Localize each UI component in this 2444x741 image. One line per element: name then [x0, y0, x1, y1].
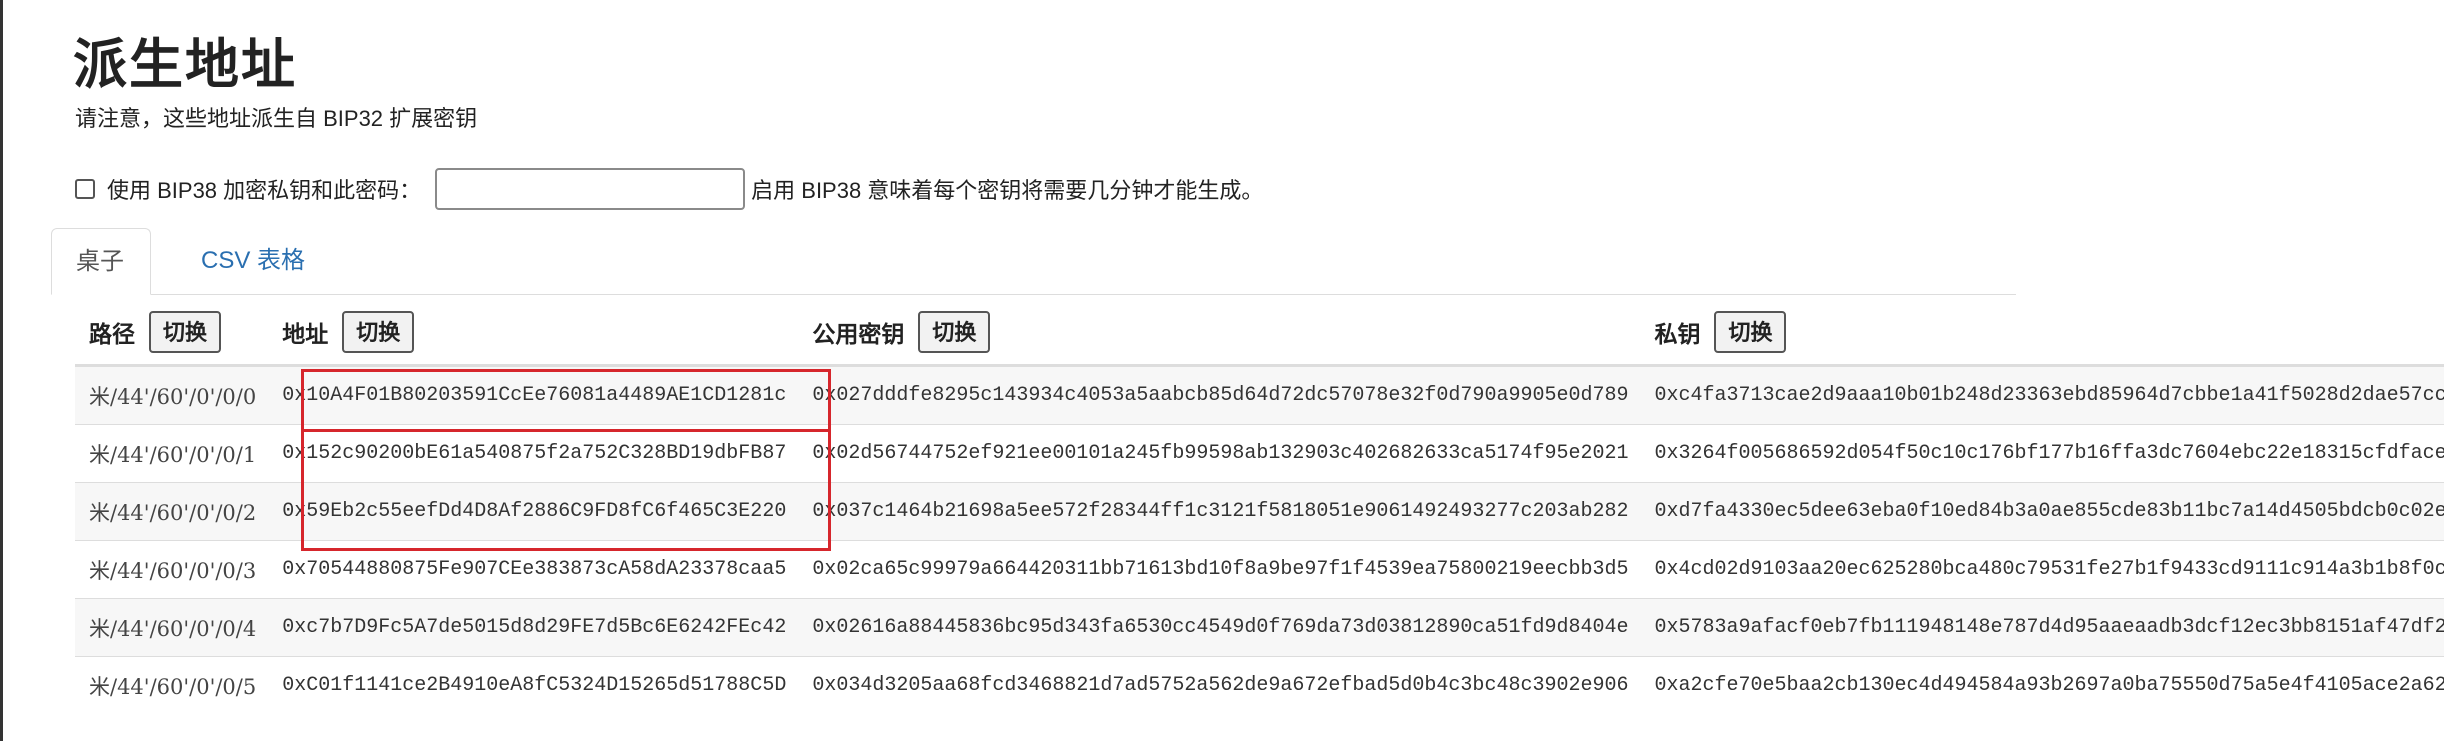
table-row: 米/44'/60'/0'/0/1 0x152c90200bE61a540875f… [75, 424, 2444, 483]
tab-table[interactable]: 桌子 [51, 228, 151, 295]
page-title: 派生地址 [73, 35, 297, 95]
address-cell: 0x152c90200bE61a540875f2a752C328BD19dbFB… [268, 424, 799, 483]
path-header-label: 路径 [89, 321, 135, 347]
tab-bar: 桌子 CSV 表格 [51, 228, 2016, 295]
private-key-cell: 0x4cd02d9103aa20ec625280bca480c79531fe27… [1640, 540, 2444, 599]
bip38-hint: 启用 BIP38 意味着每个密钥将需要几分钟才能生成。 [751, 178, 1264, 203]
table-row: 米/44'/60'/0'/0/3 0x70544880875Fe907CEe38… [75, 540, 2444, 599]
private-key-cell: 0xa2cfe70e5baa2cb130ec4d494584a93b2697a0… [1640, 656, 2444, 714]
toggle-path-button[interactable]: 切换 [149, 311, 222, 353]
toggle-address-button[interactable]: 切换 [342, 311, 415, 353]
table-header-row: 路径 切换 地址 切换 公用密钥 切换 私钥 切换 [75, 300, 2444, 367]
public-key-cell: 0x037c1464b21698a5ee572f28344ff1c3121f58… [798, 482, 1641, 541]
public-key-cell: 0x02ca65c99979a664420311bb71613bd10f8a9b… [798, 540, 1641, 599]
address-cell: 0xC01f1141ce2B4910eA8fC5324D15265d51788C… [268, 656, 799, 714]
private-key-cell: 0xd7fa4330ec5dee63eba0f10ed84b3a0ae855cd… [1640, 482, 2444, 541]
toggle-private-key-button[interactable]: 切换 [1714, 311, 1787, 353]
column-header-address: 地址 切换 [268, 300, 799, 367]
page-note: 请注意，这些地址派生自 BIP32 扩展密钥 [75, 106, 478, 131]
bip38-checkbox-label: 使用 BIP38 加密私钥和此密码： [107, 178, 422, 203]
private-key-header-label: 私钥 [1654, 321, 1701, 347]
derived-addresses-table: 路径 切换 地址 切换 公用密钥 切换 私钥 切换 米/44'/60'/0'/0/0 0… [75, 300, 2444, 714]
toggle-public-key-button[interactable]: 切换 [918, 311, 991, 353]
path-cell: 米/44'/60'/0'/0/0 [75, 365, 269, 425]
path-cell: 米/44'/60'/0'/0/5 [75, 656, 269, 714]
table-row: 米/44'/60'/0'/0/5 0xC01f1141ce2B4910eA8fC… [75, 656, 2444, 714]
path-cell: 米/44'/60'/0'/0/1 [75, 424, 269, 483]
public-key-header-label: 公用密钥 [812, 321, 905, 347]
table-row: 米/44'/60'/0'/0/2 0x59Eb2c55eefDd4D8Af288… [75, 482, 2444, 541]
address-header-label: 地址 [282, 321, 329, 347]
public-key-cell: 0x02d56744752ef921ee00101a245fb99598ab13… [798, 424, 1641, 483]
bip38-row: 使用 BIP38 加密私钥和此密码： 启用 BIP38 意味着每个密钥将需要几分… [75, 166, 1263, 212]
tab-csv[interactable]: CSV 表格 [177, 228, 329, 294]
public-key-cell: 0x02616a88445836bc95d343fa6530cc4549d0f7… [798, 598, 1641, 657]
column-header-path: 路径 切换 [75, 300, 269, 367]
path-cell: 米/44'/60'/0'/0/2 [75, 482, 269, 541]
bip38-checkbox[interactable] [75, 179, 95, 199]
private-key-cell: 0x5783a9afacf0eb7fb111948148e787d4d95aae… [1640, 598, 2444, 657]
bip38-password-input[interactable] [435, 168, 746, 210]
address-cell: 0x59Eb2c55eefDd4D8Af2886C9FD8fC6f465C3E2… [268, 482, 799, 541]
address-cell: 0x70544880875Fe907CEe383873cA58dA23378ca… [268, 540, 799, 599]
address-cell: 0xc7b7D9Fc5A7de5015d8d29FE7d5Bc6E6242FEc… [268, 598, 799, 657]
address-cell: 0x10A4F01B80203591CcEe76081a4489AE1CD128… [268, 365, 799, 425]
private-key-cell: 0xc4fa3713cae2d9aaa10b01b248d23363ebd859… [1640, 365, 2444, 425]
path-cell: 米/44'/60'/0'/0/4 [75, 598, 269, 657]
table-row: 米/44'/60'/0'/0/0 0x10A4F01B80203591CcEe7… [75, 365, 2444, 425]
public-key-cell: 0x027dddfe8295c143934c4053a5aabcb85d64d7… [798, 365, 1641, 425]
table-row: 米/44'/60'/0'/0/4 0xc7b7D9Fc5A7de5015d8d2… [75, 598, 2444, 657]
column-header-private-key: 私钥 切换 [1640, 300, 2444, 367]
path-cell: 米/44'/60'/0'/0/3 [75, 540, 269, 599]
private-key-cell: 0x3264f005686592d054f50c10c176bf177b16ff… [1640, 424, 2444, 483]
page: 派生地址 请注意，这些地址派生自 BIP32 扩展密钥 使用 BIP38 加密私… [0, 0, 2444, 741]
public-key-cell: 0x034d3205aa68fcd3468821d7ad5752a562de9a… [798, 656, 1641, 714]
column-header-public-key: 公用密钥 切换 [798, 300, 1641, 367]
